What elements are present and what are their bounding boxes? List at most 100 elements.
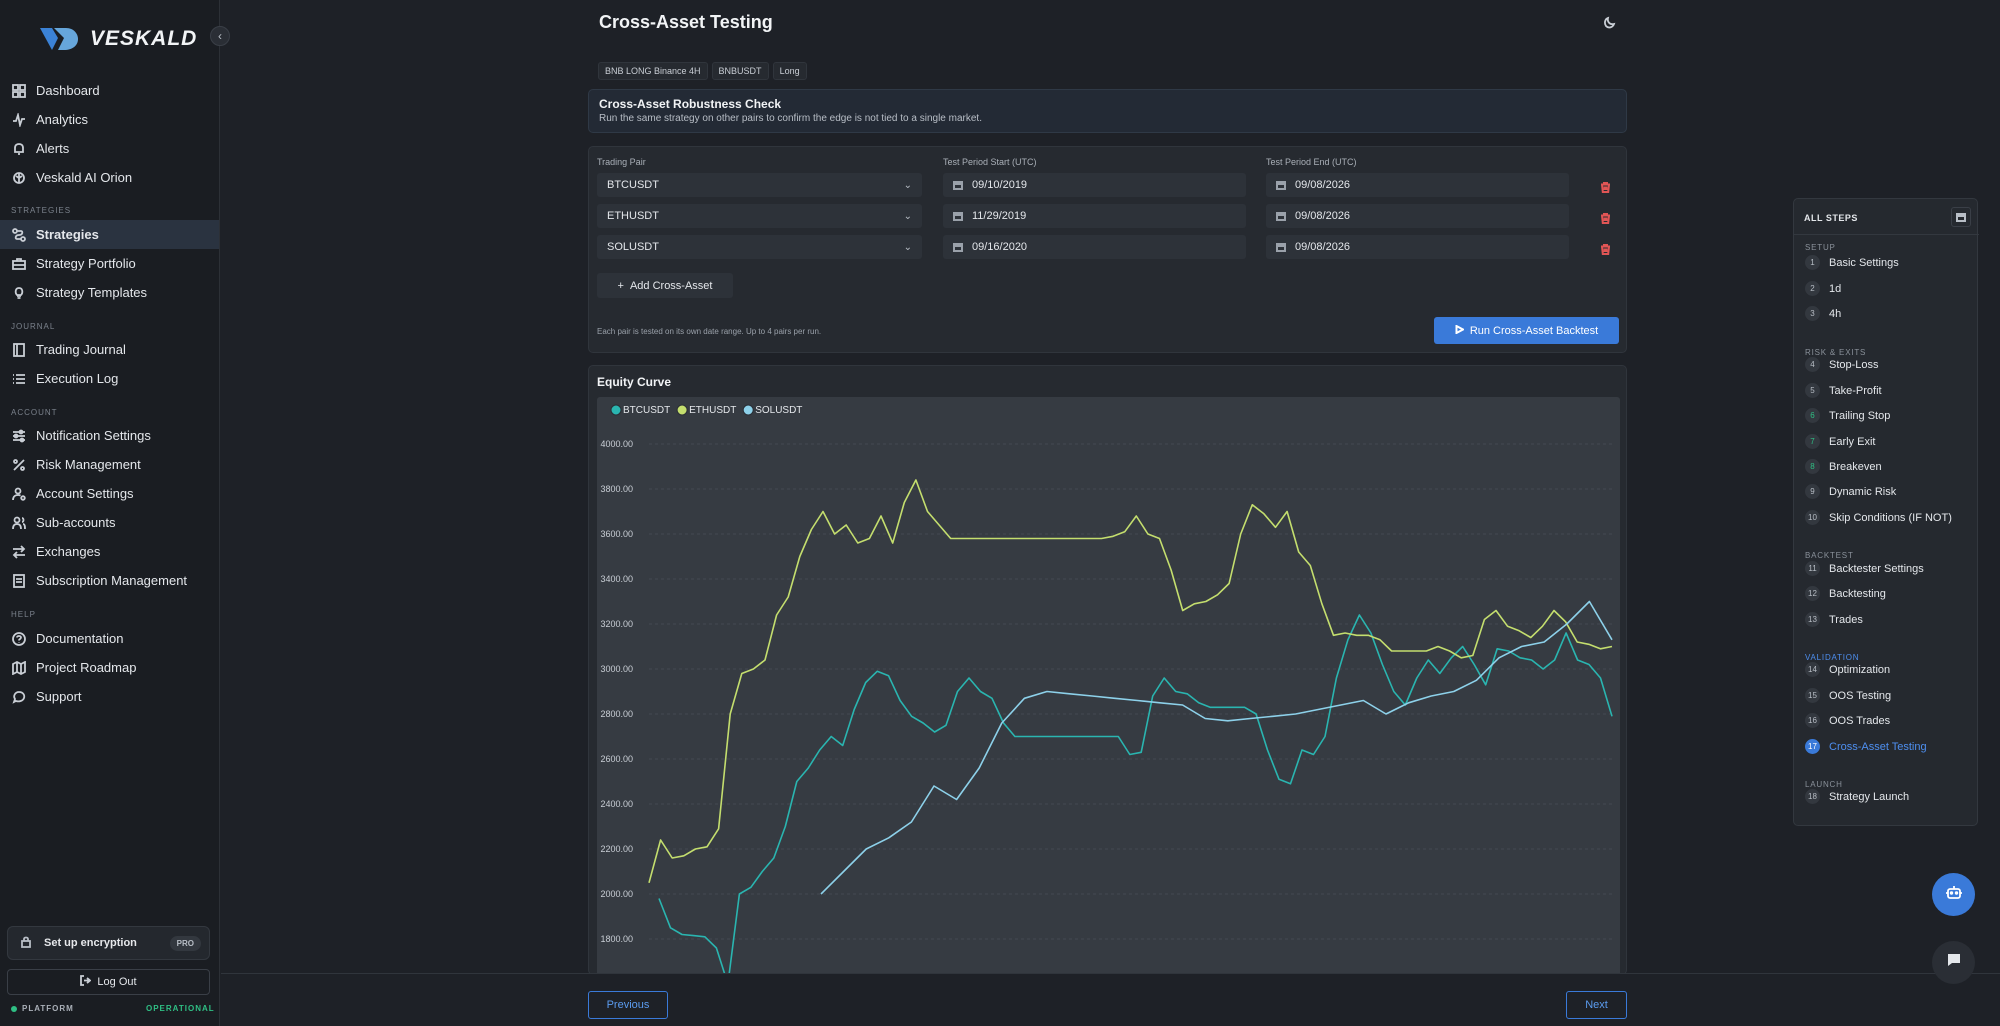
logout-button[interactable]: Log Out [7, 969, 210, 995]
sidebar-item-exchanges[interactable]: Exchanges [0, 537, 219, 566]
step-number: 17 [1805, 739, 1820, 754]
step-item-17[interactable]: 17 Cross-Asset Testing [1805, 739, 1927, 754]
sidebar-item-dashboard[interactable]: Dashboard [0, 76, 219, 105]
step-item-3[interactable]: 3 4h [1805, 306, 1841, 321]
step-number: 16 [1805, 713, 1820, 728]
step-item-2[interactable]: 2 1d [1805, 281, 1841, 296]
y-tick-label: 2200.00 [600, 844, 633, 854]
logo[interactable]: VESKALD [38, 24, 197, 54]
play-icon [1455, 323, 1465, 337]
step-label: OOS Testing [1829, 689, 1892, 702]
pair-select[interactable]: SOLUSDT ⌄ [597, 235, 922, 259]
sidebar-item-journal[interactable]: Trading Journal [0, 335, 219, 364]
sidebar-item-label: Notification Settings [36, 428, 151, 443]
sidebar-item-label: Support [36, 689, 82, 704]
sidebar-item-execlog[interactable]: Execution Log [0, 364, 219, 393]
pair-select[interactable]: BTCUSDT ⌄ [597, 173, 922, 197]
ai-assistant-button[interactable] [1932, 873, 1975, 916]
step-item-4[interactable]: 4 Stop-Loss [1805, 357, 1879, 372]
step-item-8[interactable]: 8 Breakeven [1805, 459, 1882, 474]
status-dot-icon [11, 1005, 17, 1012]
step-number: 6 [1805, 408, 1820, 423]
sidebar-item-account-settings[interactable]: Account Settings [0, 479, 219, 508]
sidebar-item-documentation[interactable]: Documentation [0, 624, 219, 653]
step-number: 11 [1805, 561, 1820, 576]
step-item-1[interactable]: 1 Basic Settings [1805, 255, 1899, 270]
run-backtest-button[interactable]: Run Cross-Asset Backtest [1434, 317, 1619, 344]
sidebar-item-support[interactable]: Support [0, 682, 219, 711]
sidebar-item-subaccounts[interactable]: Sub-accounts [0, 508, 219, 537]
end-date-input[interactable]: 09/08/2026 [1266, 235, 1569, 259]
start-date-input[interactable]: 09/16/2020 [943, 235, 1246, 259]
step-item-7[interactable]: 7 Early Exit [1805, 434, 1875, 449]
start-date-input[interactable]: 09/10/2019 [943, 173, 1246, 197]
sidebar-item-label: Analytics [36, 112, 89, 127]
calendar-icon [1276, 242, 1286, 252]
step-number: 4 [1805, 357, 1820, 372]
step-item-15[interactable]: 15 OOS Testing [1805, 688, 1891, 703]
end-column-label: Test Period End (UTC) [1266, 157, 1357, 167]
sidebar-item-orion[interactable]: Veskald AI Orion [0, 163, 219, 192]
pair-select[interactable]: ETHUSDT ⌄ [597, 204, 922, 228]
steps-section-backtest: BACKTEST [1805, 551, 1854, 560]
step-label: 1d [1829, 282, 1842, 295]
sidebar-collapse-button[interactable]: ‹ [210, 26, 230, 46]
sidebar-item-strategies[interactable]: Strategies [0, 220, 219, 249]
step-item-9[interactable]: 9 Dynamic Risk [1805, 484, 1896, 499]
step-label: Skip Conditions (IF NOT) [1829, 511, 1952, 524]
step-item-12[interactable]: 12 Backtesting [1805, 586, 1886, 601]
legend-label[interactable]: BTCUSDT [623, 405, 670, 416]
sidebar-item-analytics[interactable]: Analytics [0, 105, 219, 134]
sidebar-item-roadmap[interactable]: Project Roadmap [0, 653, 219, 682]
step-item-6[interactable]: 6 Trailing Stop [1805, 408, 1890, 423]
next-button[interactable]: Next [1566, 991, 1627, 1019]
legend-swatch[interactable] [676, 404, 688, 416]
legend-swatch[interactable] [610, 404, 622, 416]
start-date-input[interactable]: 11/29/2019 [943, 204, 1246, 228]
sidebar-item-label: Trading Journal [36, 342, 126, 357]
trash-icon[interactable] [1600, 180, 1611, 193]
equity-chart: 4000.00 3800.00 3600.00 3400.00 3200.00 3000.… [597, 397, 1620, 974]
end-date-input[interactable]: 09/08/2026 [1266, 173, 1569, 197]
previous-button[interactable]: Previous [588, 991, 668, 1019]
run-backtest-label: Run Cross-Asset Backtest [1469, 324, 1599, 337]
sidebar-item-notifications[interactable]: Notification Settings [0, 421, 219, 450]
sidebar-item-label: Strategy Portfolio [36, 256, 136, 271]
sidebar-item-alerts[interactable]: Alerts [0, 134, 219, 163]
sidebar: VESKALD ‹ Dashboard Analytics Alerts Ves… [0, 0, 230, 1026]
y-tick-label: 3200.00 [600, 619, 633, 629]
step-item-10[interactable]: 10 Skip Conditions (IF NOT) [1805, 510, 1952, 525]
legend-label[interactable]: ETHUSDT [689, 405, 736, 416]
step-item-18[interactable]: 18 Strategy Launch [1805, 789, 1909, 804]
moon-icon[interactable] [1603, 15, 1617, 29]
chat-button[interactable] [1932, 941, 1975, 984]
step-label: Trades [1829, 613, 1863, 626]
section-label-help: HELP [11, 610, 36, 619]
step-item-11[interactable]: 11 Backtester Settings [1805, 561, 1924, 576]
trash-icon[interactable] [1600, 242, 1611, 255]
y-tick-label: 3600.00 [600, 529, 633, 539]
add-cross-asset-button[interactable]: + Add Cross-Asset [597, 273, 733, 298]
step-item-13[interactable]: 13 Trades [1805, 612, 1863, 627]
calendar-icon[interactable] [1951, 207, 1971, 227]
sidebar-item-templates[interactable]: Strategy Templates [0, 278, 219, 307]
end-date-input[interactable]: 09/08/2026 [1266, 204, 1569, 228]
step-item-14[interactable]: 14 Optimization [1805, 662, 1890, 677]
step-label: OOS Trades [1829, 714, 1891, 727]
step-number: 3 [1805, 306, 1820, 321]
step-item-5[interactable]: 5 Take-Profit [1805, 383, 1882, 398]
tag: BNB LONG Binance 4H [598, 62, 708, 80]
sidebar-item-risk[interactable]: Risk Management [0, 450, 219, 479]
legend-swatch[interactable] [742, 404, 754, 416]
step-label: Strategy Launch [1829, 790, 1910, 803]
calendar-icon [1276, 211, 1286, 221]
step-item-16[interactable]: 16 OOS Trades [1805, 713, 1890, 728]
legend-label[interactable]: SOLUSDT [755, 405, 802, 416]
trash-icon[interactable] [1600, 211, 1611, 224]
sidebar-item-subscription[interactable]: Subscription Management [0, 566, 219, 595]
setup-encryption-button[interactable]: Set up encryption PRO [7, 926, 210, 960]
step-label: Dynamic Risk [1829, 485, 1897, 498]
sidebar-item-portfolio[interactable]: Strategy Portfolio [0, 249, 219, 278]
steps-section-validation: VALIDATION [1805, 653, 1860, 662]
logout-icon [80, 975, 92, 989]
